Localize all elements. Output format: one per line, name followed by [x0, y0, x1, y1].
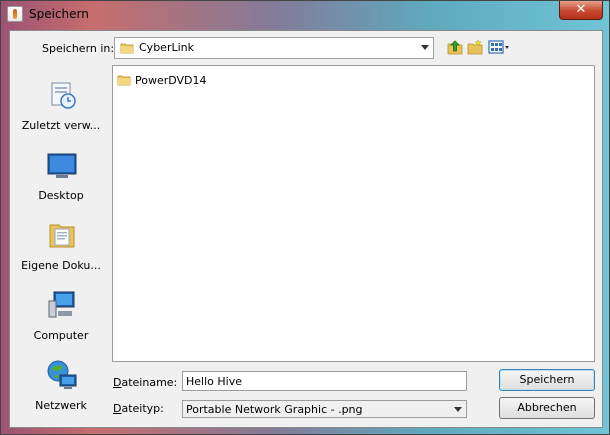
recent-icon: [51, 82, 76, 109]
places-bar: Zuletzt verw... Desktop Eigene Doku... C…: [18, 63, 102, 421]
file-list[interactable]: PowerDVD14: [112, 65, 595, 362]
close-button[interactable]: ✕: [559, 1, 603, 20]
file-name: PowerDVD14: [135, 74, 207, 87]
place-label: Zuletzt verw...: [21, 119, 101, 132]
java-icon: [7, 6, 23, 22]
place-label: Eigene Doku...: [21, 259, 101, 272]
filename-label-text: ateiname:: [121, 376, 178, 389]
cancel-button[interactable]: Abbrechen: [499, 397, 595, 419]
view-menu-icon[interactable]: [488, 39, 510, 55]
chevron-down-icon[interactable]: [421, 45, 429, 50]
save-in-label: Speichern in:: [42, 42, 115, 55]
desktop-icon: [47, 153, 77, 178]
save-in-value: CyberLink: [139, 41, 194, 54]
filename-input[interactable]: [182, 371, 467, 391]
network-icon: [47, 360, 77, 389]
chevron-down-icon[interactable]: [454, 407, 462, 412]
filetype-label: Dateityp:: [113, 402, 164, 415]
filetype-value: Portable Network Graphic - .png: [186, 403, 363, 416]
save-button[interactable]: Speichern: [499, 369, 595, 391]
save-in-combo[interactable]: CyberLink: [114, 37, 434, 59]
place-label: Computer: [33, 329, 89, 342]
folder-icon: [120, 43, 134, 54]
filename-label: Dateiname:: [113, 376, 177, 389]
new-folder-icon[interactable]: [467, 39, 483, 55]
close-icon: ✕: [575, 2, 587, 17]
filetype-label-text: ateityp:: [121, 402, 164, 415]
window-frame: Speichern ✕ Speichern in: CyberLink Zule…: [0, 0, 610, 435]
up-folder-icon[interactable]: [447, 39, 463, 55]
place-label: Desktop: [38, 189, 84, 202]
documents-icon: [49, 224, 75, 248]
folder-icon: [117, 75, 131, 86]
place-label: Netzwerk: [35, 399, 87, 412]
filetype-select[interactable]: Portable Network Graphic - .png: [182, 400, 467, 418]
save-in-row: Speichern in: CyberLink: [10, 31, 602, 65]
computer-icon: [48, 291, 75, 318]
dialog-body: Speichern in: CyberLink Zuletzt verw... …: [9, 30, 603, 428]
title-bar: Speichern ✕: [1, 1, 609, 29]
window-title: Speichern: [29, 7, 89, 21]
